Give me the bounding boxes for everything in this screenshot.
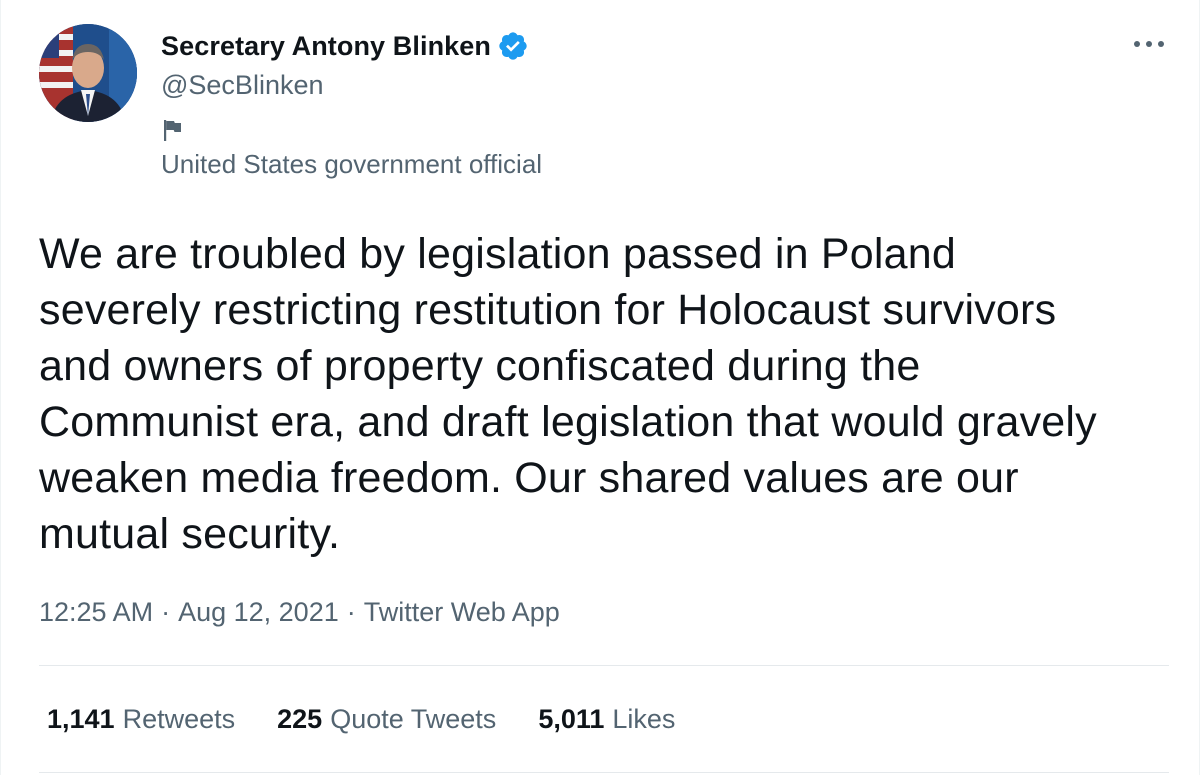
likes-count: 5,011 <box>538 704 605 734</box>
name-row: Secretary Antony Blinken <box>161 28 542 64</box>
author-handle[interactable]: @SecBlinken <box>161 70 542 101</box>
tweet-metadata: 12:25 AM · Aug 12, 2021 · Twitter Web App <box>39 597 560 628</box>
likes-stat[interactable]: 5,011 Likes <box>538 704 675 735</box>
verified-badge-icon <box>499 32 527 60</box>
divider <box>39 772 1169 773</box>
tweet-header: Secretary Antony Blinken @SecBlinken Uni… <box>39 24 1169 184</box>
author-display-name[interactable]: Secretary Antony Blinken <box>161 31 491 62</box>
tweet-source[interactable]: Twitter Web App <box>364 597 560 627</box>
quote-tweets-stat[interactable]: 225 Quote Tweets <box>277 704 496 735</box>
tweet-card: Secretary Antony Blinken @SecBlinken Uni… <box>0 0 1200 775</box>
government-label: United States government official <box>161 149 543 179</box>
author-block: Secretary Antony Blinken @SecBlinken Uni… <box>161 28 542 180</box>
likes-label: Likes <box>612 704 676 734</box>
tweet-time[interactable]: 12:25 AM <box>39 597 153 627</box>
profile-photo <box>39 24 137 122</box>
flag-icon <box>164 120 181 141</box>
divider <box>39 665 1169 666</box>
tweet-date[interactable]: Aug 12, 2021 <box>178 597 339 627</box>
avatar[interactable] <box>39 24 137 122</box>
retweets-count: 1,141 <box>47 704 115 734</box>
engagement-stats: 1,141 Retweets 225 Quote Tweets 5,011 Li… <box>47 704 717 735</box>
more-options-icon[interactable] <box>1131 34 1167 54</box>
retweets-stat[interactable]: 1,141 Retweets <box>47 704 235 735</box>
retweets-label: Retweets <box>122 704 236 734</box>
quote-tweets-label: Quote Tweets <box>330 704 497 734</box>
meta-separator: · <box>161 597 171 627</box>
quote-tweets-count: 225 <box>277 704 323 734</box>
tweet-text: We are troubled by legislation passed in… <box>39 230 1097 558</box>
meta-separator: · <box>346 597 356 627</box>
